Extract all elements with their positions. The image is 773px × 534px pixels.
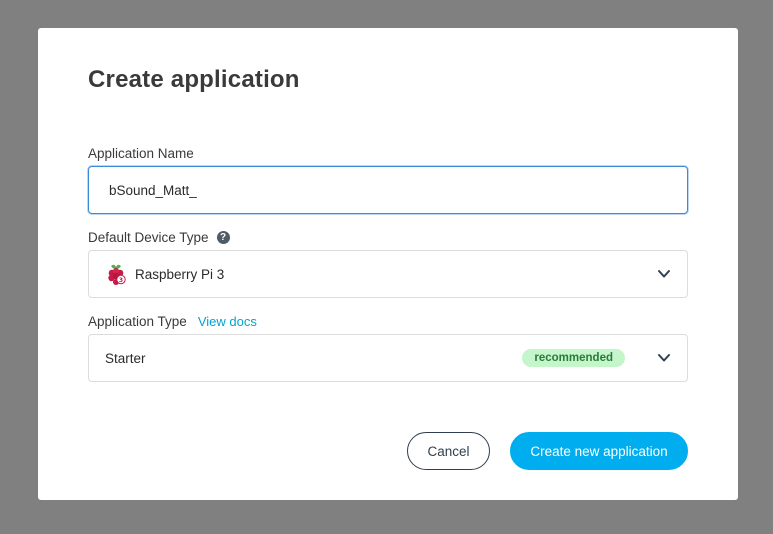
create-application-dialog: Create application Application Name Defa… bbox=[38, 28, 738, 500]
chevron-down-icon bbox=[658, 270, 670, 278]
device-type-select[interactable]: 3 Raspberry Pi 3 bbox=[88, 250, 688, 298]
device-type-label-text: Default Device Type bbox=[88, 230, 209, 245]
device-type-value: Raspberry Pi 3 bbox=[135, 266, 225, 282]
cancel-button[interactable]: Cancel bbox=[407, 432, 490, 470]
application-type-label-text: Application Type bbox=[88, 314, 187, 329]
question-circle-icon[interactable]: ? bbox=[216, 231, 230, 244]
chevron-down-icon bbox=[658, 354, 670, 362]
application-name-input[interactable] bbox=[88, 166, 688, 214]
application-type-value: Starter bbox=[105, 350, 146, 366]
svg-text:3: 3 bbox=[119, 277, 123, 284]
create-new-application-button[interactable]: Create new application bbox=[510, 432, 688, 470]
application-type-label: Application Type View docs bbox=[88, 314, 257, 329]
raspberry-pi-icon: 3 bbox=[108, 264, 126, 285]
recommended-badge: recommended bbox=[522, 349, 625, 367]
view-docs-link[interactable]: View docs bbox=[198, 314, 257, 329]
application-name-label-text: Application Name bbox=[88, 146, 194, 161]
application-name-label: Application Name bbox=[88, 146, 194, 161]
application-type-select[interactable]: Starter recommended bbox=[88, 334, 688, 382]
dialog-title: Create application bbox=[88, 66, 300, 93]
device-type-label: Default Device Type ? bbox=[88, 230, 230, 245]
